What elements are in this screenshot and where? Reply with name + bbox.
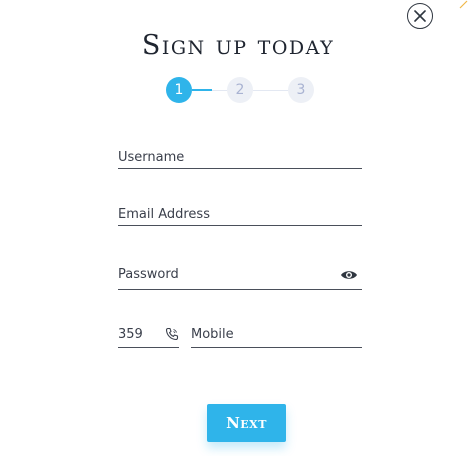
email-input[interactable] — [118, 203, 362, 225]
eye-icon[interactable] — [340, 269, 358, 281]
signup-stepper: 1 2 3 — [166, 77, 314, 103]
next-button[interactable]: Next — [207, 404, 286, 442]
step-1[interactable]: 1 — [166, 77, 192, 103]
password-input[interactable] — [118, 267, 326, 289]
corner-accent-line — [459, 0, 468, 9]
mobile-field[interactable]: Mobile — [191, 320, 362, 348]
page-title: Sign up today — [141, 30, 335, 61]
country-code-value: 359 — [118, 327, 143, 342]
step-connector-1 — [192, 89, 212, 91]
username-field[interactable]: Username — [118, 142, 362, 169]
email-field[interactable]: Email Address — [118, 199, 362, 226]
step-3[interactable]: 3 — [288, 77, 314, 103]
step-connector-2 — [253, 90, 288, 91]
step-2[interactable]: 2 — [227, 77, 253, 103]
step-connector-1-rest — [212, 90, 227, 91]
phone-icon — [165, 327, 179, 341]
country-code-field[interactable]: 359 — [118, 320, 179, 348]
mobile-input[interactable] — [191, 325, 362, 347]
close-icon — [414, 10, 426, 22]
password-field[interactable]: Password — [118, 260, 362, 290]
username-input[interactable] — [118, 146, 362, 168]
close-button[interactable] — [407, 3, 433, 29]
